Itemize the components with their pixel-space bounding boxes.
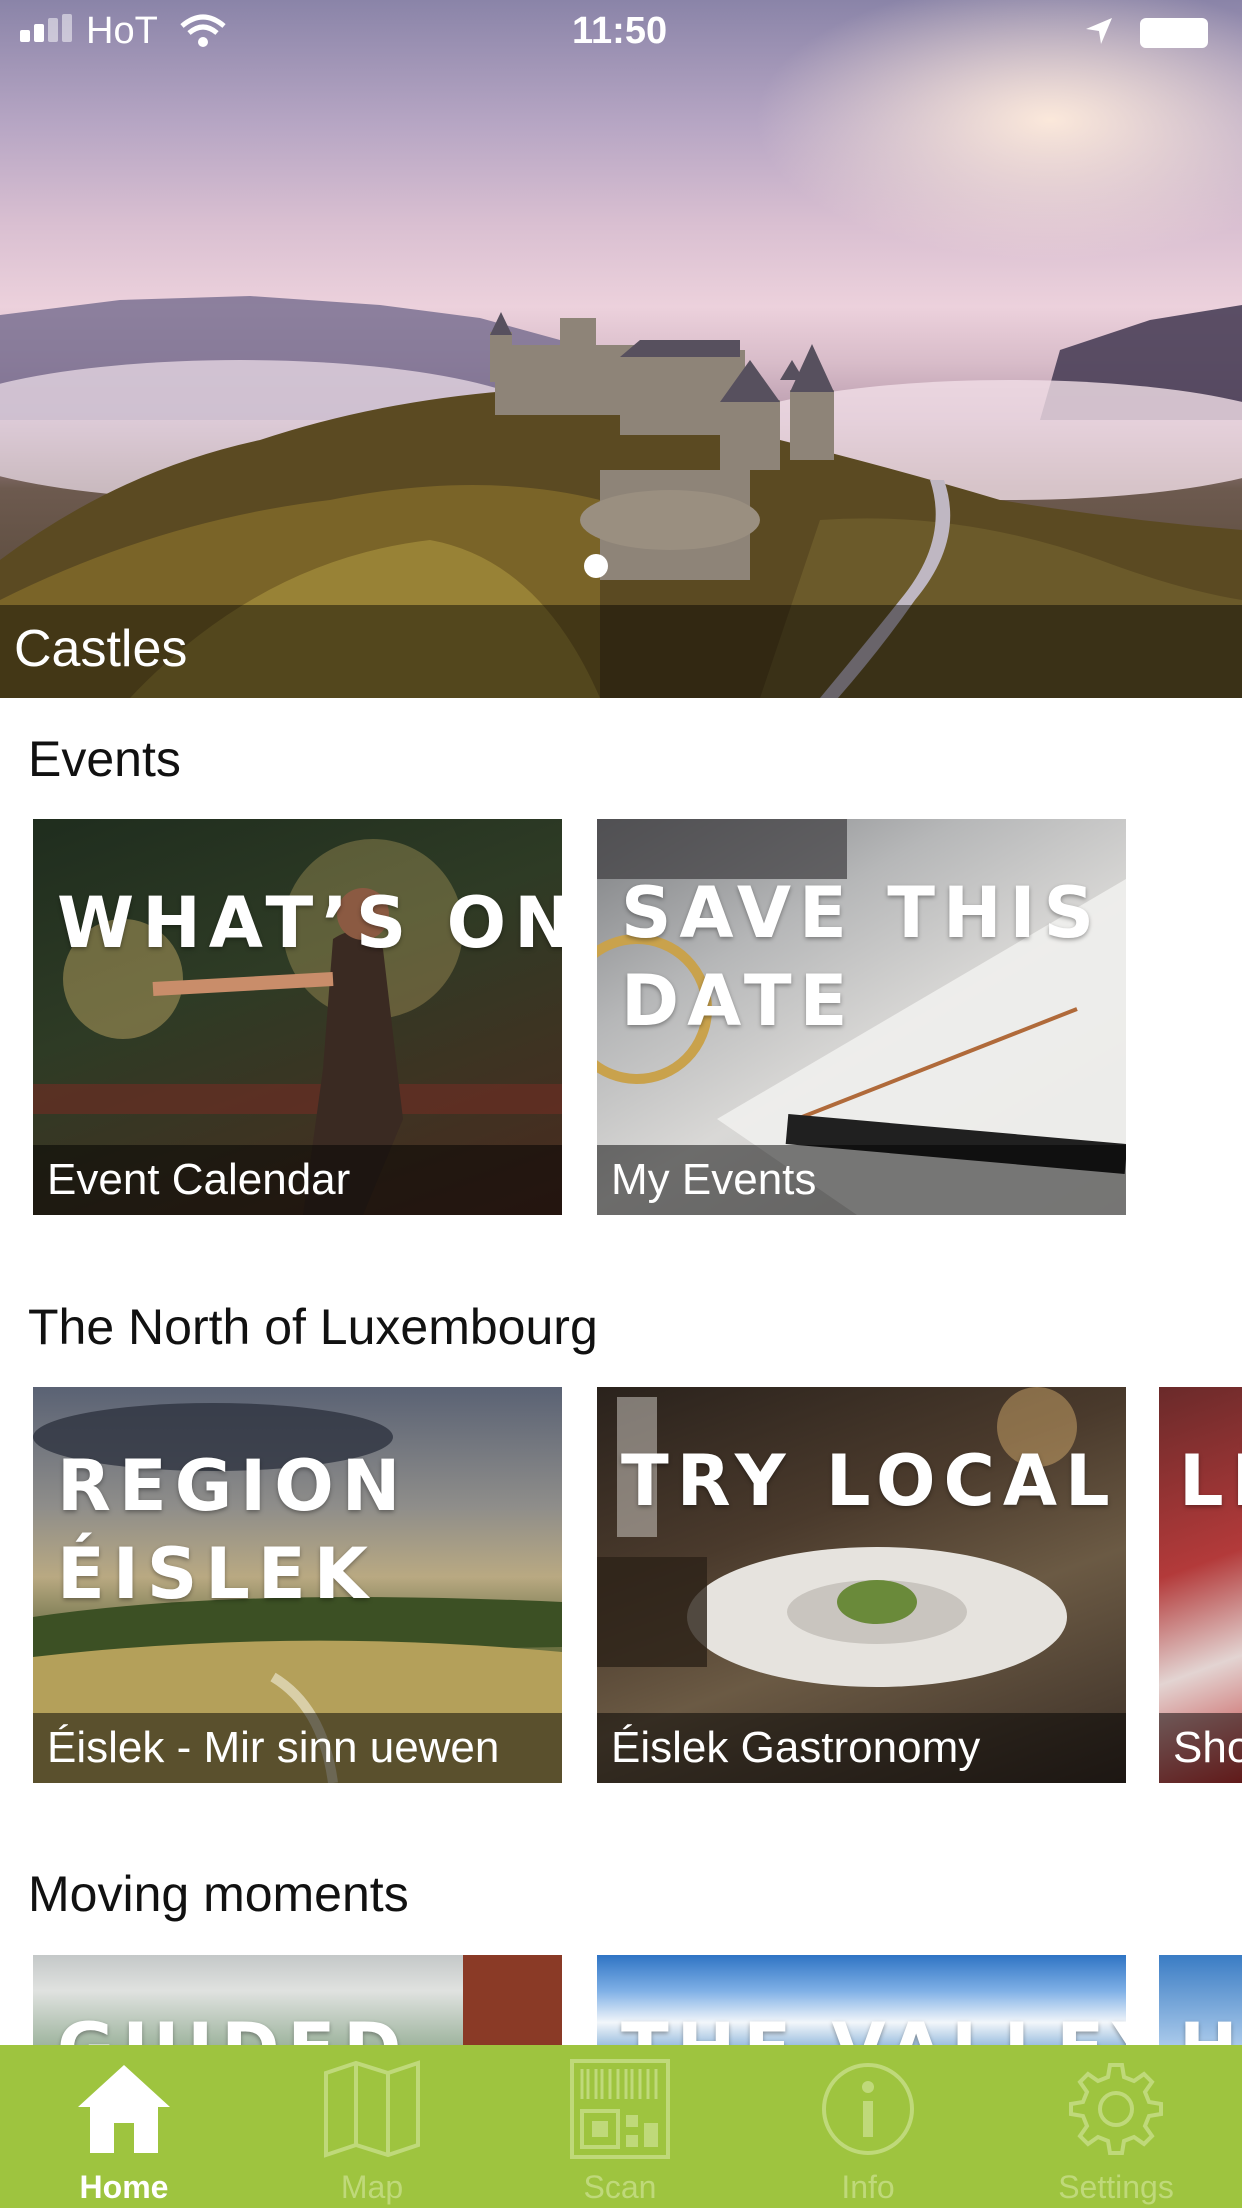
tab-label: Home xyxy=(79,2169,169,2205)
the-valleys-card[interactable]: THE VALLEYS xyxy=(597,1955,1126,2045)
info-icon xyxy=(822,2063,914,2155)
card-overlay-title-line2: DATE xyxy=(621,960,856,1042)
card-overlay-title: GUIDED xyxy=(57,2005,409,2045)
gear-icon xyxy=(1069,2063,1163,2155)
partial-card[interactable]: H xyxy=(1159,1955,1242,2045)
card-overlay-title: WHAT’S ON xyxy=(57,882,562,964)
section-title-north: The North of Luxembourg xyxy=(28,1299,598,1355)
hero-carousel[interactable]: HoT 11:50 Castles xyxy=(0,0,1242,698)
hero-caption: Castles xyxy=(14,620,188,678)
card-caption: Sho xyxy=(1173,1723,1242,1772)
guided-card[interactable]: GUIDED xyxy=(33,1955,562,2045)
map-icon xyxy=(324,2060,420,2158)
castle-landscape-image xyxy=(0,296,1242,698)
card-overlay-title: THE VALLEYS xyxy=(621,2005,1126,2045)
home-icon xyxy=(78,2065,170,2153)
card-overlay-title: H xyxy=(1179,2005,1242,2045)
tab-map[interactable]: Map xyxy=(248,2045,496,2208)
eislek-gastronomy-card[interactable]: TRY LOCAL Éislek Gastronomy xyxy=(597,1387,1126,1783)
card-caption: My Events xyxy=(611,1155,817,1204)
card-caption: Éislek Gastronomy xyxy=(611,1723,981,1772)
my-events-card[interactable]: SAVE THIS DATE My Events xyxy=(597,819,1126,1215)
card-overlay-title: TRY LOCAL xyxy=(621,1440,1118,1522)
section-title-moving-moments: Moving moments xyxy=(28,1866,409,1922)
carrier-label: HoT xyxy=(86,10,158,52)
region-eislek-card[interactable]: REGION ÉISLEK Éislek - Mir sinn uewen xyxy=(33,1387,562,1783)
card-overlay-title: LË xyxy=(1179,1440,1242,1522)
tab-label: Map xyxy=(340,2169,404,2205)
tab-bar: Home Map Scan Info Settings xyxy=(0,2045,1242,2208)
tab-scan[interactable]: Scan xyxy=(496,2045,744,2208)
section-title-events: Events xyxy=(28,731,181,787)
card-caption: Event Calendar xyxy=(47,1155,351,1204)
tab-label: Scan xyxy=(583,2169,657,2205)
battery-icon xyxy=(1140,18,1208,48)
card-overlay-title-line1: SAVE THIS xyxy=(621,872,1102,954)
status-time: 11:50 xyxy=(572,10,668,52)
partial-card[interactable]: LË Sho xyxy=(1159,1387,1242,1783)
card-caption: Éislek - Mir sinn uewen xyxy=(47,1723,500,1772)
card-overlay-title-line2: ÉISLEK xyxy=(57,1533,376,1615)
tab-label: Settings xyxy=(1058,2169,1174,2205)
tab-label: Info xyxy=(841,2169,895,2205)
page-indicator-dot[interactable] xyxy=(584,554,608,578)
tab-home[interactable]: Home xyxy=(0,2045,248,2208)
tab-info[interactable]: Info xyxy=(744,2045,992,2208)
card-overlay-title-line1: REGION xyxy=(57,1445,409,1527)
tab-settings[interactable]: Settings xyxy=(992,2045,1240,2208)
qr-code-icon xyxy=(570,2059,670,2159)
event-calendar-card[interactable]: WHAT’S ON Event Calendar xyxy=(33,819,562,1215)
